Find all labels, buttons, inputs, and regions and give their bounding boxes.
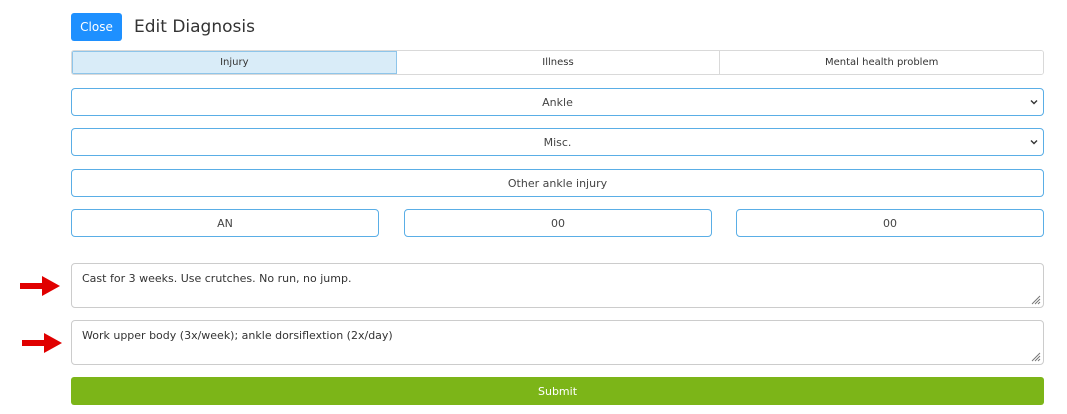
red-arrow-icon bbox=[22, 333, 62, 353]
code-value: 00 bbox=[883, 216, 897, 230]
tab-mental-health-problem[interactable]: Mental health problem bbox=[720, 51, 1043, 74]
tab-illness[interactable]: Illness bbox=[396, 51, 721, 74]
close-button[interactable]: Close bbox=[71, 13, 122, 41]
restrictions-textarea[interactable]: Cast for 3 weeks. Use crutches. No run, … bbox=[71, 263, 1044, 308]
category-select[interactable]: Misc. bbox=[71, 128, 1044, 156]
chevron-down-icon bbox=[1030, 100, 1038, 105]
chevron-down-icon bbox=[1030, 140, 1038, 145]
exercises-text: Work upper body (3x/week); ankle dorsifl… bbox=[82, 329, 393, 342]
resize-handle-icon[interactable] bbox=[1030, 294, 1041, 305]
resize-handle-icon[interactable] bbox=[1030, 351, 1041, 362]
tab-injury[interactable]: Injury bbox=[72, 51, 397, 74]
code-field-1[interactable]: AN bbox=[71, 209, 379, 237]
category-value: Misc. bbox=[543, 135, 572, 149]
restrictions-text: Cast for 3 weeks. Use crutches. No run, … bbox=[82, 272, 352, 285]
body-part-select[interactable]: Ankle bbox=[71, 88, 1044, 116]
submit-button[interactable]: Submit bbox=[71, 377, 1044, 405]
page-title: Edit Diagnosis bbox=[134, 17, 255, 37]
exercises-textarea[interactable]: Work upper body (3x/week); ankle dorsifl… bbox=[71, 320, 1044, 365]
body-part-value: Ankle bbox=[542, 95, 573, 109]
code-value: 00 bbox=[551, 216, 565, 230]
edit-diagnosis-page: Close Edit Diagnosis Injury Illness Ment… bbox=[0, 0, 1067, 414]
red-arrow-icon bbox=[20, 276, 60, 296]
diagnosis-value: Other ankle injury bbox=[507, 176, 608, 190]
diagnosis-field[interactable]: Other ankle injury bbox=[71, 169, 1044, 197]
code-value: AN bbox=[217, 216, 233, 230]
diagnosis-type-tabs: Injury Illness Mental health problem bbox=[71, 50, 1044, 75]
code-field-2[interactable]: 00 bbox=[404, 209, 712, 237]
code-field-3[interactable]: 00 bbox=[736, 209, 1044, 237]
